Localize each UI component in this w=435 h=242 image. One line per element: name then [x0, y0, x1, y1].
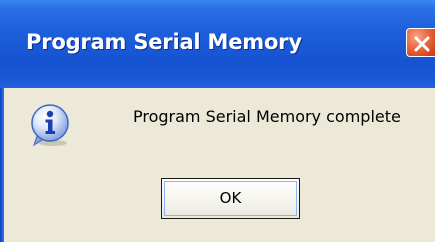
close-button[interactable] [406, 28, 435, 57]
message-dialog: Program Serial Memory Program Serial Mem… [0, 0, 435, 242]
dialog-title: Program Serial Memory [26, 30, 302, 54]
dialog-message: Program Serial Memory complete [133, 107, 401, 126]
close-icon [414, 36, 430, 52]
ok-button[interactable]: OK [161, 178, 300, 219]
info-icon [28, 103, 72, 147]
window-border [0, 88, 4, 242]
title-bar[interactable]: Program Serial Memory [0, 0, 435, 88]
ok-button-label: OK [219, 189, 242, 207]
